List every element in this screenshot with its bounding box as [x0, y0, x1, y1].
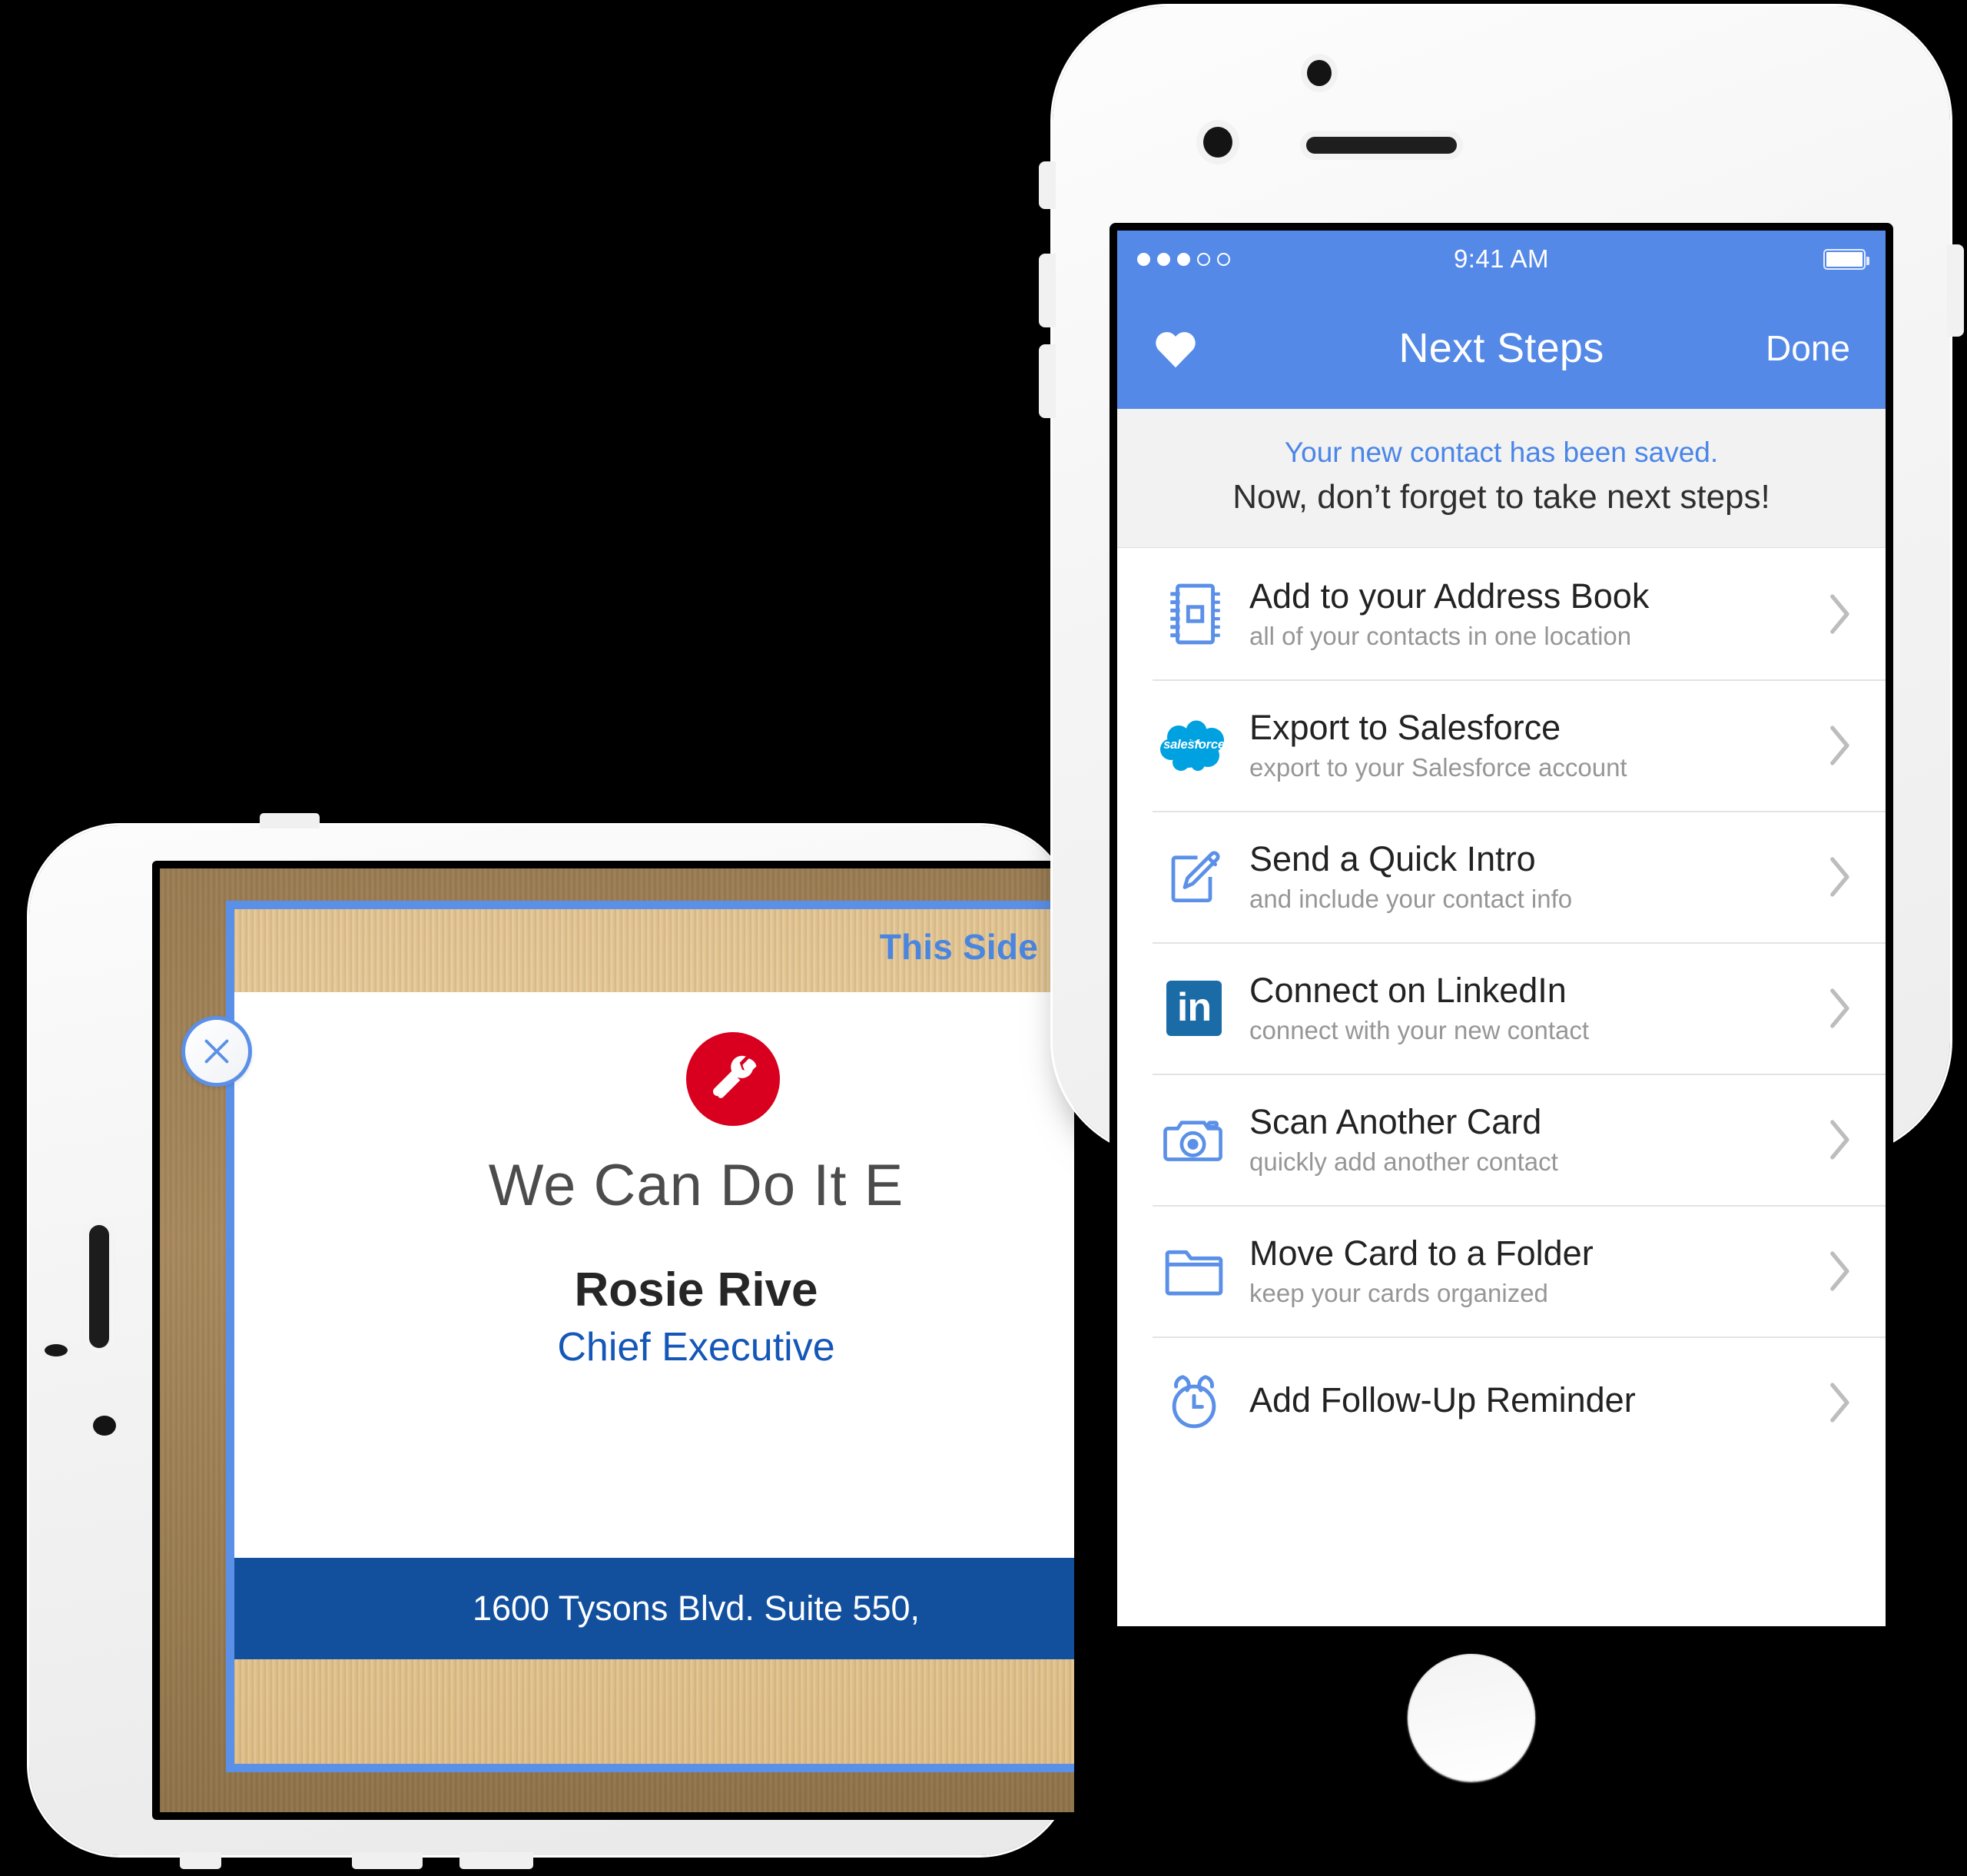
- list-item-text: Send a Quick Intro and include your cont…: [1236, 838, 1823, 915]
- list-item-subtitle: connect with your new contact: [1249, 1015, 1590, 1044]
- chevron-right-icon: [1823, 987, 1858, 1030]
- heart-icon[interactable]: [1153, 327, 1199, 369]
- left-phone-volume-down-button[interactable]: [352, 1852, 423, 1869]
- battery-full-icon: [1823, 248, 1869, 270]
- list-item-title: Add to your Address Book: [1249, 576, 1650, 616]
- card-address-text: 1600 Tysons Blvd. Suite 550,: [472, 1589, 920, 1628]
- done-button[interactable]: Done: [1766, 327, 1850, 369]
- linkedin-wordmark: in: [1176, 985, 1212, 1031]
- folder-icon: [1153, 1243, 1236, 1300]
- list-item-title: Move Card to a Folder: [1249, 1233, 1594, 1273]
- list-item-subtitle: and include your contact info: [1249, 884, 1573, 913]
- list-item-text: Add Follow-Up Reminder: [1236, 1380, 1823, 1424]
- list-item-text: Connect on LinkedIn connect with your ne…: [1236, 970, 1823, 1046]
- right-phone-front-camera: [1307, 60, 1332, 86]
- chevron-right-icon: [1823, 855, 1858, 898]
- left-phone-screen: This Side We Can Do It E Rosie Rive Chie…: [152, 861, 1074, 1820]
- list-item-subtitle: quickly add another contact: [1249, 1147, 1558, 1176]
- status-bar: 9:41 AM: [1117, 231, 1886, 287]
- navigation-bar: Next Steps Done: [1117, 287, 1886, 409]
- scan-crop-frame[interactable]: This Side We Can Do It E Rosie Rive Chie…: [226, 901, 1074, 1772]
- left-phone-front-camera: [93, 1416, 116, 1436]
- address-book-icon: [1153, 581, 1236, 647]
- list-item-title: Add Follow-Up Reminder: [1249, 1380, 1636, 1420]
- linkedin-icon: in: [1153, 980, 1236, 1036]
- chevron-right-icon: [1823, 1118, 1858, 1161]
- right-phone-proximity-sensor: [1203, 127, 1232, 158]
- list-item-text: Scan Another Card quickly add another co…: [1236, 1101, 1823, 1177]
- wrench-icon: [686, 1032, 780, 1126]
- list-item-text: Move Card to a Folder keep your cards or…: [1236, 1233, 1823, 1309]
- left-phone-device: This Side We Can Do It E Rosie Rive Chie…: [29, 813, 1074, 1869]
- list-item-text: Export to Salesforce export to your Sale…: [1236, 707, 1823, 783]
- right-phone-screen: 9:41 AM Next Steps Done Your new contact…: [1110, 223, 1893, 1634]
- list-item-add-followup-reminder[interactable]: Add Follow-Up Reminder: [1117, 1336, 1886, 1468]
- list-item-title: Scan Another Card: [1249, 1101, 1542, 1141]
- close-icon: [204, 1039, 229, 1064]
- card-contact-name: Rosie Rive: [574, 1263, 818, 1317]
- saved-banner: Your new contact has been saved. Now, do…: [1117, 409, 1886, 548]
- card-address-bar: 1600 Tysons Blvd. Suite 550,: [234, 1558, 1074, 1659]
- chevron-right-icon: [1823, 593, 1858, 636]
- right-phone-home-button[interactable]: [1408, 1654, 1535, 1781]
- list-item-subtitle: keep your cards organized: [1249, 1278, 1548, 1307]
- list-item-connect-linkedin[interactable]: in Connect on LinkedIn connect with your…: [1117, 942, 1886, 1074]
- banner-prompt-message: Now, don’t forget to take next steps!: [1232, 478, 1770, 516]
- salesforce-wordmark: salesforce: [1163, 738, 1225, 752]
- list-item-subtitle: all of your contacts in one location: [1249, 621, 1632, 650]
- right-phone-power-button[interactable]: [1947, 244, 1964, 337]
- banner-saved-message: Your new contact has been saved.: [1284, 437, 1719, 468]
- list-item-title: Send a Quick Intro: [1249, 838, 1536, 878]
- compose-pencil-icon: [1153, 846, 1236, 908]
- right-phone-volume-up-button[interactable]: [1039, 254, 1056, 327]
- left-phone-volume-up-button[interactable]: [180, 1852, 221, 1869]
- alarm-clock-icon: [1153, 1372, 1236, 1433]
- salesforce-cloud-icon: salesforce: [1153, 720, 1236, 771]
- left-phone-power-button[interactable]: [260, 813, 320, 828]
- list-item-subtitle: export to your Salesforce account: [1249, 752, 1627, 782]
- right-phone-mute-switch[interactable]: [1039, 161, 1056, 209]
- left-phone-mute-switch[interactable]: [459, 1852, 533, 1869]
- list-item-address-book[interactable]: Add to your Address Book all of your con…: [1117, 548, 1886, 679]
- chevron-right-icon: [1823, 1381, 1858, 1424]
- chevron-right-icon: [1823, 724, 1858, 767]
- status-bar-time: 9:41 AM: [1454, 244, 1549, 273]
- right-phone-volume-down-button[interactable]: [1039, 344, 1056, 418]
- screenshot-stage: This Side We Can Do It E Rosie Rive Chie…: [0, 0, 1967, 1876]
- left-phone-earpiece-speaker: [89, 1225, 109, 1348]
- list-item-title: Connect on LinkedIn: [1249, 970, 1567, 1010]
- list-item-scan-another-card[interactable]: Scan Another Card quickly add another co…: [1117, 1074, 1886, 1205]
- camera-icon: [1153, 1112, 1236, 1167]
- business-card-face: We Can Do It E Rosie Rive Chief Executiv…: [234, 992, 1074, 1659]
- card-headline: We Can Do It E: [488, 1153, 904, 1218]
- right-phone-earpiece-speaker: [1306, 137, 1457, 154]
- card-contact-title: Chief Executive: [557, 1325, 835, 1370]
- list-item-text: Add to your Address Book all of your con…: [1236, 576, 1823, 652]
- left-phone-proximity-sensor: [45, 1344, 68, 1356]
- list-item-export-salesforce[interactable]: salesforce Export to Salesforce export t…: [1117, 679, 1886, 811]
- list-item-title: Export to Salesforce: [1249, 707, 1561, 747]
- card-scan-viewport: This Side We Can Do It E Rosie Rive Chie…: [160, 868, 1074, 1812]
- this-side-label: This Side: [879, 927, 1038, 967]
- list-item-move-card-folder[interactable]: Move Card to a Folder keep your cards or…: [1117, 1205, 1886, 1336]
- list-item-send-quick-intro[interactable]: Send a Quick Intro and include your cont…: [1117, 811, 1886, 942]
- close-button[interactable]: [181, 1016, 252, 1087]
- next-steps-list: Add to your Address Book all of your con…: [1117, 548, 1886, 1468]
- chevron-right-icon: [1823, 1250, 1858, 1293]
